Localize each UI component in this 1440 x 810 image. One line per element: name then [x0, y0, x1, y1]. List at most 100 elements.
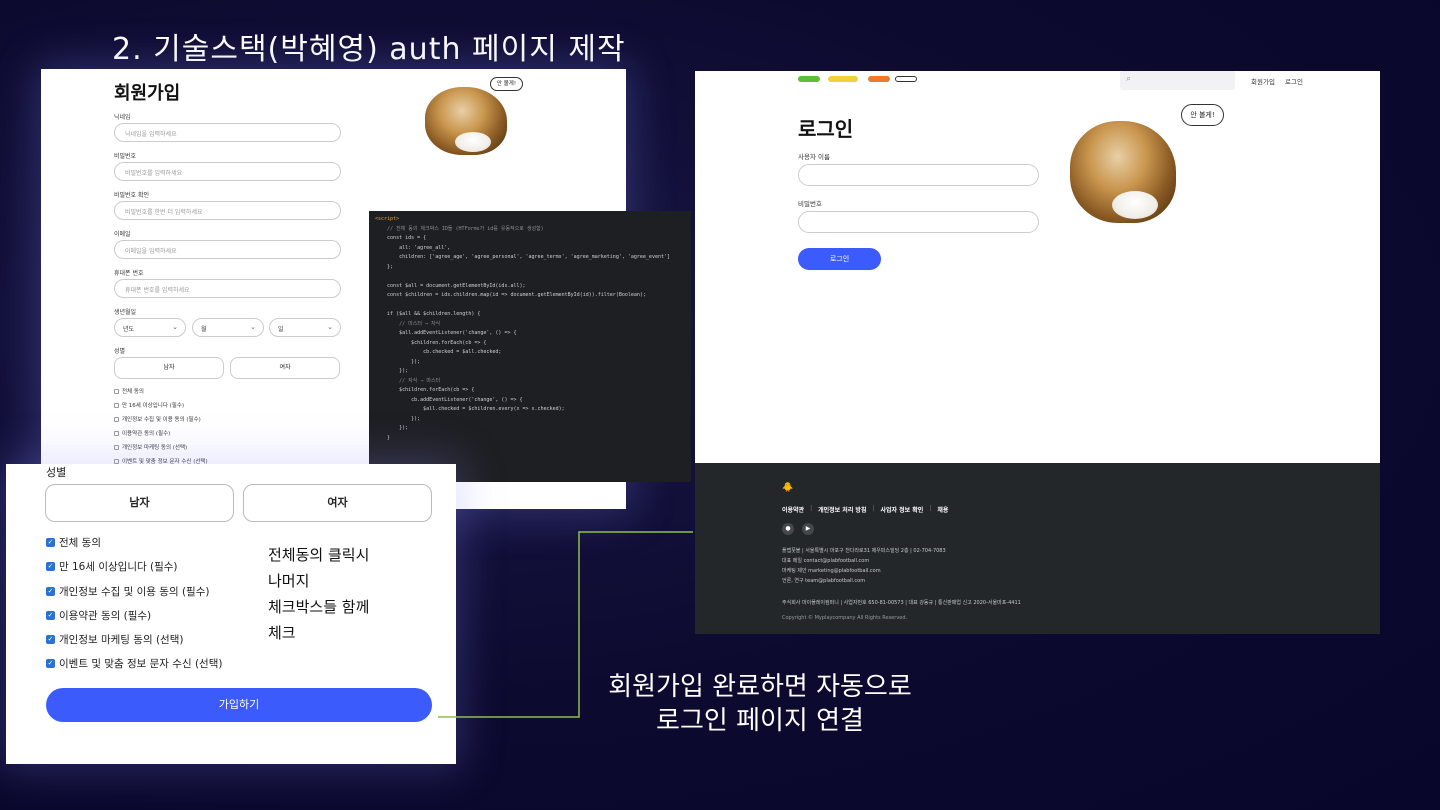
agree-age-checkbox[interactable]: ✓ 만 16세 이상입니다 (필수)	[46, 559, 178, 574]
password-input[interactable]	[798, 211, 1039, 233]
separator: |	[810, 505, 813, 512]
code-line: $children.forEach(cb => {	[375, 387, 475, 393]
footer-contact-line: 대표 메일 contact@plabfootball.com	[782, 558, 870, 564]
code-line: cb.checked = $all.checked;	[375, 349, 502, 355]
annotation-line: 나머지	[268, 572, 310, 590]
signup-submit-button[interactable]: 가입하기	[46, 688, 432, 722]
code-line: const $children = ids.children.map(id =>…	[375, 292, 646, 298]
checkbox-box	[114, 402, 119, 408]
separator: |	[872, 505, 875, 512]
code-line: });	[375, 358, 421, 365]
signup-title: 회원가입	[114, 83, 181, 104]
phone-label: 휴대폰 번호	[114, 270, 144, 277]
cat-hide-button[interactable]: 안 볼게!	[490, 77, 523, 91]
agree-personal-label: 개인정보 수집 및 이용 동의 (필수)	[122, 417, 201, 423]
agree-all-label: 전체 동의	[122, 389, 144, 395]
nickname-input[interactable]: 닉네임을 입력하세요	[114, 123, 341, 142]
code-line: });	[375, 415, 421, 422]
agree-marketing-checkbox[interactable]: 개인정보 마케팅 동의 (선택)	[114, 443, 187, 451]
code-line: // 전체 동의 체크박스 ID들 (HTForms가 id를 유동적으로 생성…	[375, 225, 544, 232]
cat-paw	[455, 132, 491, 152]
gender-male-button[interactable]: 남자	[45, 484, 234, 522]
code-line: };	[375, 263, 394, 270]
footer-link-terms[interactable]: 이용약관	[782, 505, 804, 514]
agree-terms-checkbox[interactable]: 이용약관 동의 (필수)	[114, 429, 170, 437]
search-input[interactable]: ⌕	[1120, 71, 1235, 90]
cat-hide-button[interactable]: 안 볼게!	[1181, 104, 1224, 126]
caption-line: 로그인 페이지 연결	[656, 706, 864, 736]
check-icon: ✓	[46, 587, 55, 596]
password-label: 비밀번호	[798, 200, 822, 208]
slide-caption: 회원가입 완료하면 자동으로 로그인 페이지 연결	[560, 670, 960, 738]
birth-day-select[interactable]: 일 ⌄	[269, 318, 341, 337]
agree-personal-checkbox[interactable]: ✓ 개인정보 수집 및 이용 동의 (필수)	[46, 584, 209, 599]
separator: |	[929, 505, 932, 512]
agree-event-checkbox[interactable]: ✓ 이벤트 및 맞춤 정보 문자 수신 (선택)	[46, 656, 222, 671]
check-icon: ✓	[46, 538, 55, 547]
youtube-icon[interactable]: ▶	[802, 523, 814, 535]
agree-all-checkbox[interactable]: 전체 동의	[114, 387, 144, 395]
footer-link-privacy[interactable]: 개인정보 처리 방침	[818, 505, 866, 514]
code-line: if ($all && $children.length) {	[375, 311, 481, 317]
footer-links: 이용약관 | 개인정보 처리 방침 | 사업자 정보 확인 | 채용	[782, 505, 948, 514]
gender-label: 성별	[114, 348, 126, 355]
agree-terms-checkbox[interactable]: ✓ 이용약관 동의 (필수)	[46, 608, 151, 623]
chevron-down-icon: ⌄	[250, 323, 256, 331]
nav-signup-link[interactable]: 회원가입	[1251, 76, 1275, 86]
password-confirm-input[interactable]: 비밀번호를 한번 더 입력하세요	[114, 201, 341, 220]
footer-link-careers[interactable]: 채용	[937, 505, 948, 514]
agree-age-label: 만 16세 이상입니다 (필수)	[122, 403, 185, 409]
cat-paw	[1112, 191, 1158, 219]
logo-mark	[798, 76, 820, 82]
code-line: const ids = {	[375, 235, 427, 241]
instagram-icon[interactable]: ●	[782, 523, 794, 535]
logo-mark	[868, 76, 890, 82]
agree-all-checkbox[interactable]: ✓ 전체 동의	[46, 535, 101, 550]
agree-personal-checkbox[interactable]: 개인정보 수집 및 이용 동의 (필수)	[114, 415, 201, 423]
code-line: cb.addEventListener('change', () => {	[375, 396, 523, 403]
agree-marketing-label: 개인정보 마케팅 동의 (선택)	[122, 445, 188, 451]
annotation-line: 체크	[268, 624, 296, 642]
code-line: $all.addEventListener('change', () => {	[375, 330, 517, 336]
code-line: children: ['agree_age', 'agree_personal'…	[375, 254, 671, 260]
footer-link-business[interactable]: 사업자 정보 확인	[881, 505, 924, 514]
check-icon: ✓	[46, 562, 55, 571]
checkbox-box	[114, 458, 119, 464]
agree-marketing-checkbox[interactable]: ✓ 개인정보 마케팅 동의 (선택)	[46, 632, 183, 647]
login-button[interactable]: 로그인	[798, 248, 881, 270]
check-icon: ✓	[46, 659, 55, 668]
agree-terms-label: 이용약관 동의 (필수)	[122, 431, 171, 437]
cat-image	[1070, 121, 1176, 223]
nav-login-link[interactable]: 로그인	[1285, 76, 1303, 86]
agree-age-checkbox[interactable]: 만 16세 이상입니다 (필수)	[114, 401, 184, 409]
birth-year-select[interactable]: 년도 ⌄	[114, 318, 186, 337]
username-input[interactable]	[798, 164, 1039, 186]
check-icon: ✓	[46, 635, 55, 644]
code-line: // 자식 → 마스터	[375, 377, 441, 384]
agree-terms-label: 이용약관 동의 (필수)	[59, 610, 152, 622]
password-label: 비밀번호	[114, 153, 137, 160]
birth-month-select[interactable]: 월 ⌄	[192, 318, 264, 337]
username-label: 사용자 이름	[798, 153, 830, 161]
gender-female-button[interactable]: 여자	[243, 484, 432, 522]
annotation-line: 체크박스들 함께	[268, 598, 370, 616]
footer-logo-icon: 🐥	[782, 483, 794, 493]
birth-year-value: 년도	[123, 326, 135, 333]
gender-female-button[interactable]: 여자	[230, 357, 340, 379]
checkbox-box	[114, 416, 119, 422]
email-input[interactable]: 이메일을 입력하세요	[114, 240, 341, 259]
code-line: <script>	[375, 216, 400, 222]
agree-event-label: 이벤트 및 맞춤 정보 문자 수신 (선택)	[59, 658, 223, 670]
login-title: 로그인	[798, 117, 854, 141]
footer-marketing-line: 마케팅 제안 marketing@plabfootball.com	[782, 568, 881, 574]
cat-image	[425, 87, 507, 155]
code-line: // 마스터 → 자식	[375, 320, 441, 327]
password-confirm-label: 비밀번호 확인	[114, 192, 150, 199]
password-input[interactable]: 비밀번호를 입력하세요	[114, 162, 341, 181]
phone-input[interactable]: 휴대폰 번호를 입력하세요	[114, 279, 341, 298]
site-footer: 🐥 이용약관 | 개인정보 처리 방침 | 사업자 정보 확인 | 채용 ● ▶…	[695, 463, 1380, 634]
chevron-down-icon: ⌄	[327, 323, 333, 331]
gender-male-button[interactable]: 남자	[114, 357, 224, 379]
